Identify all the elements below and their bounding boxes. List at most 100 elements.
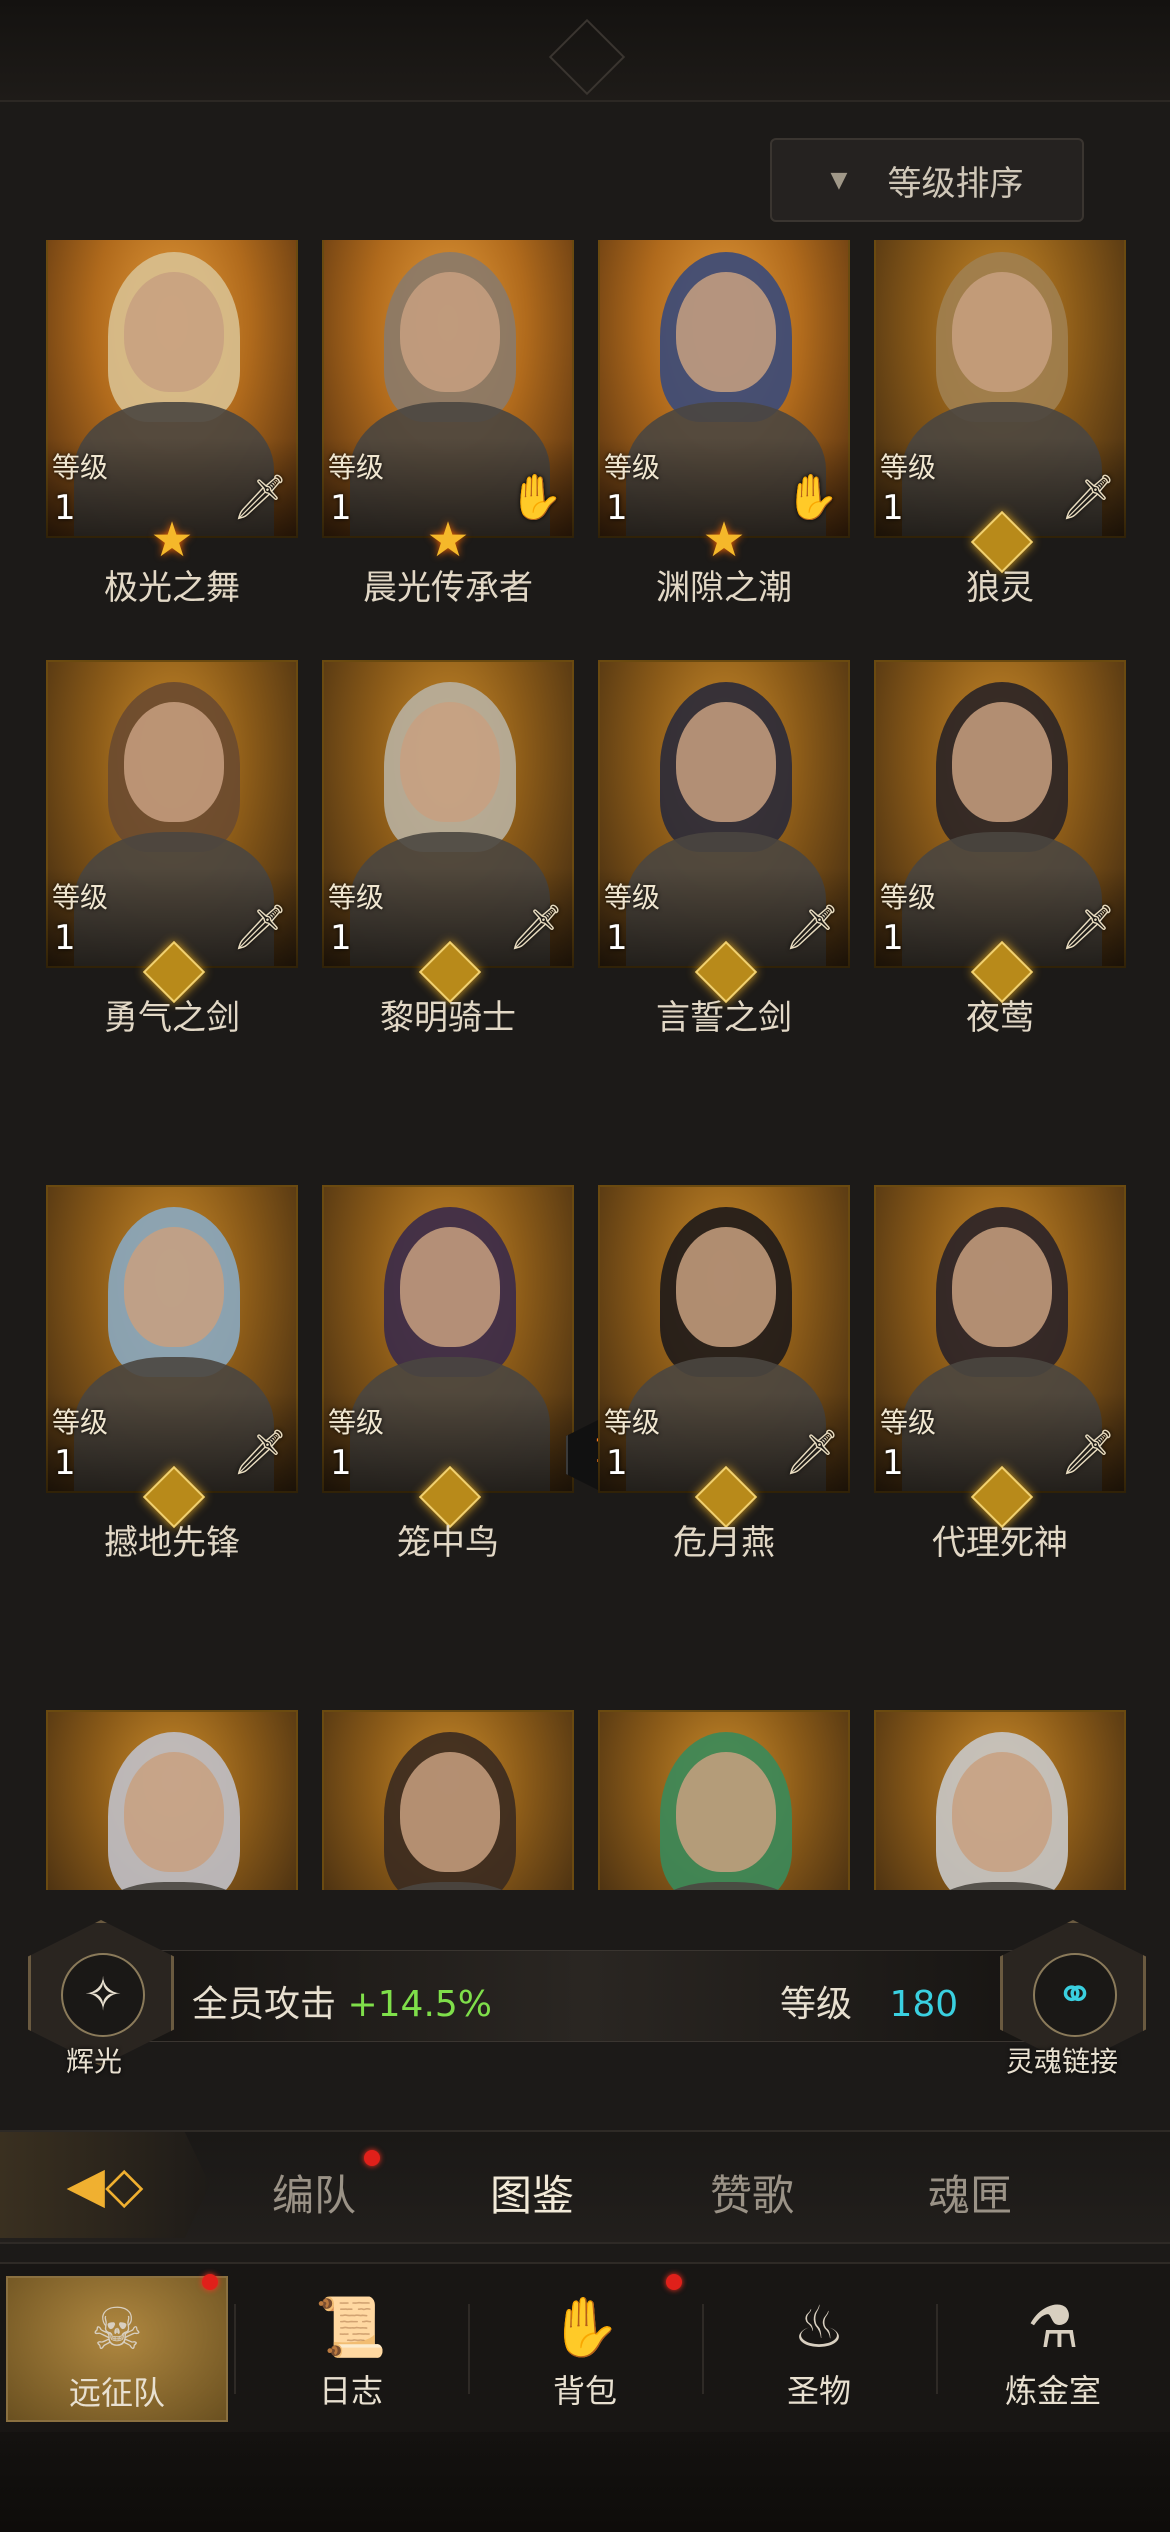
- tab-back-button[interactable]: ◀◇: [0, 2132, 210, 2238]
- hero-grid: 等级 1 🗡 ★ 极光之舞 等级 1 ✋ ★ 晨光传承者 等级 1 ✋ ★ 渊隙之潮 等级 1 🗡 狼灵 等级 1 🗡 勇气…: [0, 240, 1170, 1890]
- level-label: 等级: [328, 1406, 385, 1439]
- scroll-icon: 📜: [314, 2293, 388, 2361]
- palm-icon: ✋: [508, 472, 564, 523]
- notification-dot: [202, 2274, 218, 2290]
- nav-expedition-label: 远征队: [68, 2374, 165, 2412]
- hero-name: 狼灵: [966, 568, 1034, 608]
- hero-name: 代理死神: [932, 1523, 1068, 1563]
- nav-alchemy-label: 炼金室: [1004, 2372, 1101, 2410]
- bag-icon: ✋: [548, 2293, 622, 2361]
- hero-portrait: [46, 1710, 298, 1890]
- sort-label: 等级排序: [887, 163, 1024, 204]
- nav-expedition[interactable]: ☠ 远征队: [6, 2276, 228, 2422]
- hero-face: [124, 702, 224, 822]
- hero-card[interactable]: 等级 1 🗡 夜莺: [874, 660, 1126, 1040]
- hero-face: [952, 1227, 1052, 1347]
- level-label: 等级: [880, 451, 937, 484]
- sword-icon: 🗡: [1060, 472, 1116, 523]
- sort-button[interactable]: ▼ 等级排序: [770, 138, 1084, 222]
- level-label: 等级: [604, 451, 661, 484]
- status-bar: ✧ 辉光 全员攻击 +14.5% 等级 180 ⚭ 灵魂链接: [0, 1900, 1170, 2100]
- nav-journal[interactable]: 📜 日志: [240, 2276, 462, 2422]
- hero-card[interactable]: 等级 1 🗡 勇气之剑: [46, 660, 298, 1040]
- sword-icon: 🗡: [1060, 1427, 1116, 1478]
- soul-link-level-label: 等级: [780, 1984, 853, 2025]
- hero-name: 极光之舞: [104, 568, 240, 608]
- nav-backpack[interactable]: ✋ 背包: [474, 2276, 696, 2422]
- footer-band: [0, 2432, 1170, 2532]
- sword-icon: 🗡: [232, 1427, 288, 1478]
- hero-card[interactable]: 等级 1 🗡 撼地先锋: [46, 1185, 298, 1565]
- level-value: 1: [330, 488, 352, 528]
- hero-card[interactable]: 等级 1 🗡 ★ 极光之舞: [46, 240, 298, 610]
- hero-name: 晨光传承者: [363, 568, 533, 608]
- hero-armor: [350, 1882, 550, 1890]
- hero-name: 笼中鸟: [397, 1523, 499, 1563]
- hero-card[interactable]: 等级 1 ✋ ★ 晨光传承者: [322, 240, 574, 610]
- hero-portrait: [874, 1710, 1126, 1890]
- level-value: 1: [606, 918, 628, 958]
- hero-portrait: [598, 1710, 850, 1890]
- bottom-nav: ☠ 远征队 📜 日志 ✋ 背包 ♨ 圣物 ⚗ 炼金室: [0, 2262, 1170, 2434]
- level-label: 等级: [52, 881, 109, 914]
- sword-icon: 🗡: [784, 1427, 840, 1478]
- hero-name: 勇气之剑: [104, 998, 240, 1038]
- notification-dot: [364, 2150, 380, 2166]
- level-value: 1: [606, 1443, 628, 1483]
- sword-icon: 🗡: [232, 472, 288, 523]
- hero-card[interactable]: 等级 1 🗡 狼灵: [874, 240, 1126, 610]
- level-value: 1: [330, 1443, 352, 1483]
- hero-card[interactable]: 等级 1 🗡 危月燕: [598, 1185, 850, 1565]
- nav-alchemy[interactable]: ⚗ 炼金室: [942, 2276, 1164, 2422]
- hero-card[interactable]: [322, 1710, 574, 1890]
- tab-codex[interactable]: 图鉴: [490, 2162, 574, 2223]
- nav-relics[interactable]: ♨ 圣物: [708, 2276, 930, 2422]
- hero-face: [400, 272, 500, 392]
- level-label: 等级: [328, 881, 385, 914]
- hero-face: [676, 702, 776, 822]
- hero-card[interactable]: 等级 1 🗡 代理死神: [874, 1185, 1126, 1565]
- level-label: 等级: [52, 1406, 109, 1439]
- nav-relics-label: 圣物: [786, 2372, 851, 2410]
- sword-icon: 🗡: [784, 902, 840, 953]
- soul-link-level-value: 180: [889, 1984, 959, 2025]
- hero-card[interactable]: 等级 1 🗡 黎明骑士: [322, 660, 574, 1040]
- nav-separator: [702, 2304, 704, 2394]
- hero-card[interactable]: [598, 1710, 850, 1890]
- hero-face: [676, 272, 776, 392]
- hero-armor: [626, 1882, 826, 1890]
- hero-name: 黎明骑士: [380, 998, 516, 1038]
- hero-name: 撼地先锋: [104, 1523, 240, 1563]
- hero-card[interactable]: 等级 1 ✋ ★ 渊隙之潮: [598, 240, 850, 610]
- tab-formation[interactable]: 编队: [272, 2162, 356, 2223]
- top-ornament-band: [0, 0, 1170, 102]
- torch-icon: ♨: [793, 2293, 845, 2361]
- level-value: 1: [54, 918, 76, 958]
- tab-anthem[interactable]: 赞歌: [710, 2162, 794, 2223]
- hero-name: 言誓之剑: [656, 998, 792, 1038]
- hero-card[interactable]: 等级 1 1 笼中鸟: [322, 1185, 642, 1565]
- level-value: 1: [54, 488, 76, 528]
- level-value: 1: [54, 1443, 76, 1483]
- hero-card[interactable]: 等级 1 🗡 言誓之剑: [598, 660, 850, 1040]
- top-ornament-icon: [548, 18, 626, 96]
- hero-armor: [74, 1882, 274, 1890]
- hero-face: [400, 1752, 500, 1872]
- radiance-label: 辉光: [66, 2045, 123, 2078]
- hero-card[interactable]: [874, 1710, 1126, 1890]
- team-attack-value: +14.5%: [347, 1984, 492, 2025]
- nav-journal-label: 日志: [318, 2372, 383, 2410]
- hero-face: [676, 1227, 776, 1347]
- hero-card[interactable]: [46, 1710, 298, 1890]
- level-value: 1: [882, 488, 904, 528]
- alchemy-icon: ⚗: [1027, 2293, 1079, 2361]
- level-value: 1: [882, 1443, 904, 1483]
- soul-link-level: 等级 180: [780, 1975, 958, 2027]
- arrow-left-icon: ◀◇: [66, 2156, 144, 2214]
- hero-face: [400, 1227, 500, 1347]
- hero-face: [952, 1752, 1052, 1872]
- hero-face: [676, 1752, 776, 1872]
- tab-soul-box[interactable]: 魂匣: [928, 2162, 1012, 2223]
- hero-face: [400, 702, 500, 822]
- hero-face: [124, 272, 224, 392]
